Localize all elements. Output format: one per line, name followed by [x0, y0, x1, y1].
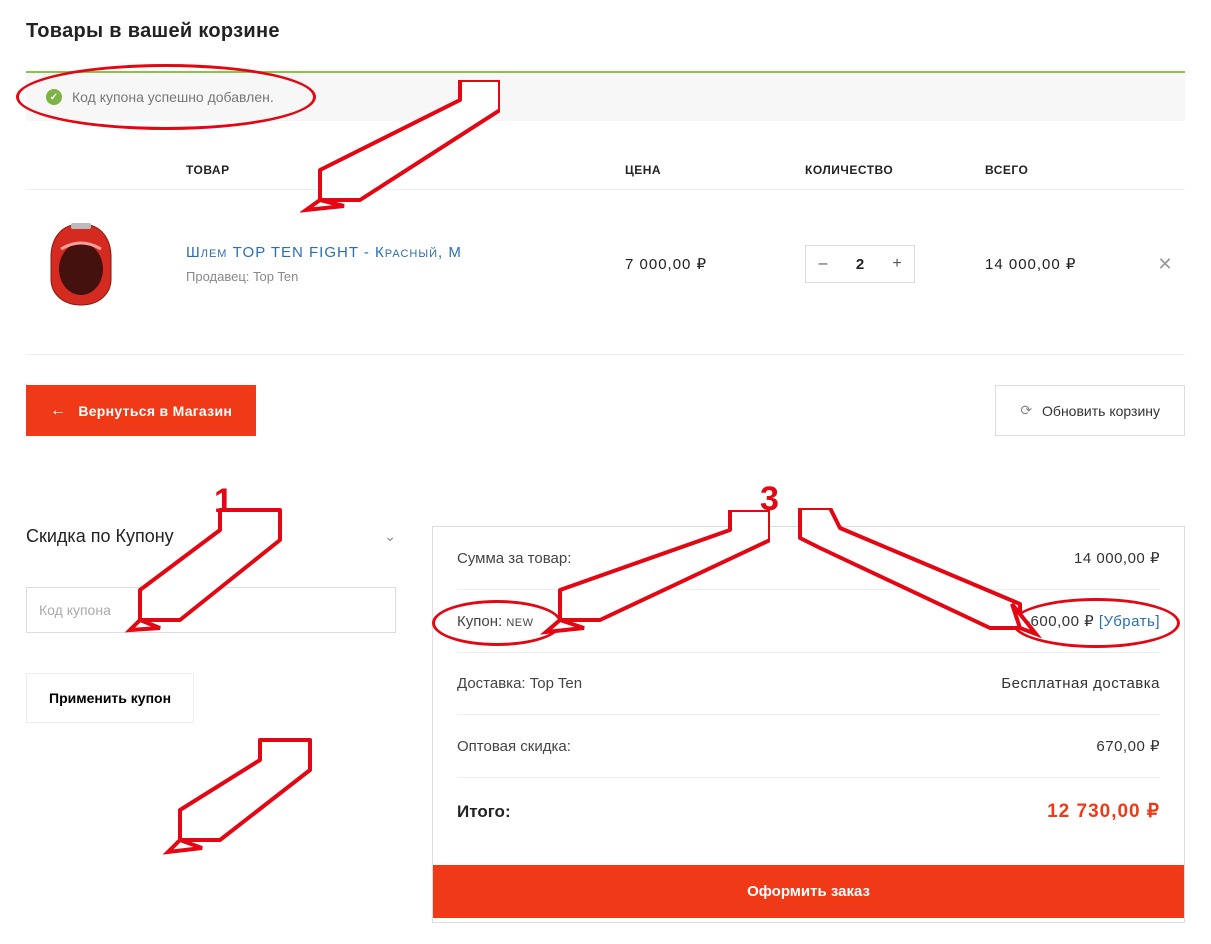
annotation-number-1: 1	[214, 482, 233, 521]
quantity-stepper[interactable]: – 2 +	[805, 245, 915, 283]
subtotal-value: 14 000,00 ₽	[1074, 549, 1160, 567]
remove-item-button[interactable]: ✕	[1145, 254, 1185, 275]
bulk-discount-value: 670,00 ₽	[1096, 737, 1160, 755]
page-title: Товары в вашей корзине	[26, 20, 1185, 43]
back-to-shop-button[interactable]: Вернуться в Магазин	[26, 385, 256, 436]
item-total: 14 000,00 ₽	[985, 255, 1145, 273]
col-total: ВСЕГО	[985, 163, 1145, 177]
qty-plus-button[interactable]: +	[880, 255, 914, 273]
coupon-panel: Скидка по Купону ⌄ Применить купон	[26, 526, 396, 923]
cart-table: ТОВАР ЦЕНА КОЛИЧЕСТВО ВСЕГО Шлем TOP TEN…	[26, 151, 1185, 355]
checkout-button[interactable]: Оформить заказ	[433, 865, 1184, 918]
item-price: 7 000,00 ₽	[625, 255, 805, 273]
cart-row: Шлем TOP TEN FIGHT - Красный, M Продавец…	[26, 190, 1185, 355]
bulk-discount-label: Оптовая скидка:	[457, 738, 571, 755]
order-summary: Сумма за товар: 14 000,00 ₽ Купон: new -…	[432, 526, 1185, 923]
coupon-title: Скидка по Купону	[26, 526, 174, 547]
shipping-label: Доставка: Top Ten	[457, 675, 582, 692]
shipping-value: Бесплатная доставка	[1001, 675, 1160, 692]
subtotal-label: Сумма за товар:	[457, 550, 571, 567]
annotation-number-3: 3	[760, 480, 779, 519]
seller-label: Продавец: Top Ten	[186, 269, 625, 284]
col-product: ТОВАР	[186, 163, 625, 177]
refresh-icon	[1020, 402, 1032, 419]
annotation-number-4: 4	[480, 76, 499, 115]
qty-minus-button[interactable]: –	[806, 255, 840, 273]
arrow-left-icon	[50, 402, 66, 420]
update-cart-button[interactable]: Обновить корзину	[995, 385, 1185, 436]
total-label: Итого:	[457, 802, 511, 822]
annotation-ellipse-3a	[432, 600, 562, 646]
product-name-link[interactable]: Шлем TOP TEN FIGHT - Красный, M	[186, 244, 625, 261]
coupon-code-input[interactable]	[26, 587, 396, 633]
annotation-ellipse-4	[16, 64, 316, 130]
product-thumb[interactable]	[26, 214, 136, 314]
annotation-ellipse-3b	[1012, 598, 1180, 648]
helmet-icon	[41, 219, 121, 309]
col-qty: КОЛИЧЕСТВО	[805, 163, 985, 177]
apply-coupon-button[interactable]: Применить купон	[26, 673, 194, 723]
chevron-down-icon[interactable]: ⌄	[384, 528, 396, 545]
col-price: ЦЕНА	[625, 163, 805, 177]
qty-value: 2	[840, 256, 880, 273]
annotation-number-2: 2	[286, 732, 305, 771]
cart-header: ТОВАР ЦЕНА КОЛИЧЕСТВО ВСЕГО	[26, 151, 1185, 190]
total-value: 12 730,00 ₽	[1047, 800, 1160, 823]
